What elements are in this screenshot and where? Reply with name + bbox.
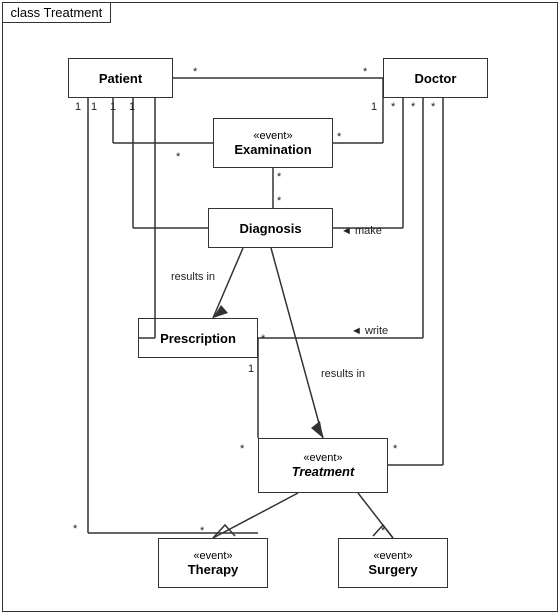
star-doctor-left: * xyxy=(363,66,367,78)
doctor-box: Doctor xyxy=(383,58,488,98)
label-d3: * xyxy=(411,101,415,113)
doctor-label: Doctor xyxy=(415,71,457,86)
diagnosis-label: Diagnosis xyxy=(239,221,301,236)
results-in-label2: results in xyxy=(321,368,365,380)
label-d1: 1 xyxy=(371,101,377,113)
therapy-label: Therapy xyxy=(188,562,239,577)
surgery-box: «event» Surgery xyxy=(338,538,448,588)
surgery-stereotype: «event» xyxy=(373,550,412,562)
star-therapy-top: * xyxy=(200,525,204,537)
examination-label: Examination xyxy=(234,142,311,157)
star-patient-right: * xyxy=(193,66,197,78)
label-1d: 1 xyxy=(129,101,135,113)
label-1a: 1 xyxy=(75,101,81,113)
therapy-stereotype: «event» xyxy=(193,550,232,562)
examination-stereotype: «event» xyxy=(253,130,292,142)
label-1b: 1 xyxy=(91,101,97,113)
results-in-label1: results in xyxy=(171,271,215,283)
treatment-label: Treatment xyxy=(292,464,355,479)
prescription-box: Prescription xyxy=(138,318,258,358)
one-presc-bottom: 1 xyxy=(248,363,254,375)
star-exam-bottom: * xyxy=(277,171,281,183)
patient-label: Patient xyxy=(99,71,142,86)
star-exam-patient: * xyxy=(176,151,180,163)
treatment-box: «event» Treatment xyxy=(258,438,388,493)
make-label: ◄ make xyxy=(341,225,382,237)
write-label: ◄ write xyxy=(351,325,388,337)
star-presc-right: * xyxy=(261,333,265,345)
star-patient-bottom: * xyxy=(73,523,77,535)
label-d4: * xyxy=(431,101,435,113)
diagram-frame: class Treatment Patient Doctor «event» E… xyxy=(2,2,558,612)
treatment-stereotype: «event» xyxy=(303,452,342,464)
diagram-title: class Treatment xyxy=(2,2,112,23)
star-treatment-right: * xyxy=(393,443,397,455)
surgery-label: Surgery xyxy=(368,562,417,577)
therapy-box: «event» Therapy xyxy=(158,538,268,588)
label-d2: * xyxy=(391,101,395,113)
star-surgery-top: * xyxy=(381,525,385,537)
prescription-label: Prescription xyxy=(160,331,236,346)
examination-box: «event» Examination xyxy=(213,118,333,168)
patient-box: Patient xyxy=(68,58,173,98)
star-treatment-left: * xyxy=(240,443,244,455)
star-diag-top: * xyxy=(277,195,281,207)
label-1c: 1 xyxy=(110,101,116,113)
star-exam-right: * xyxy=(337,131,341,143)
diagnosis-box: Diagnosis xyxy=(208,208,333,248)
